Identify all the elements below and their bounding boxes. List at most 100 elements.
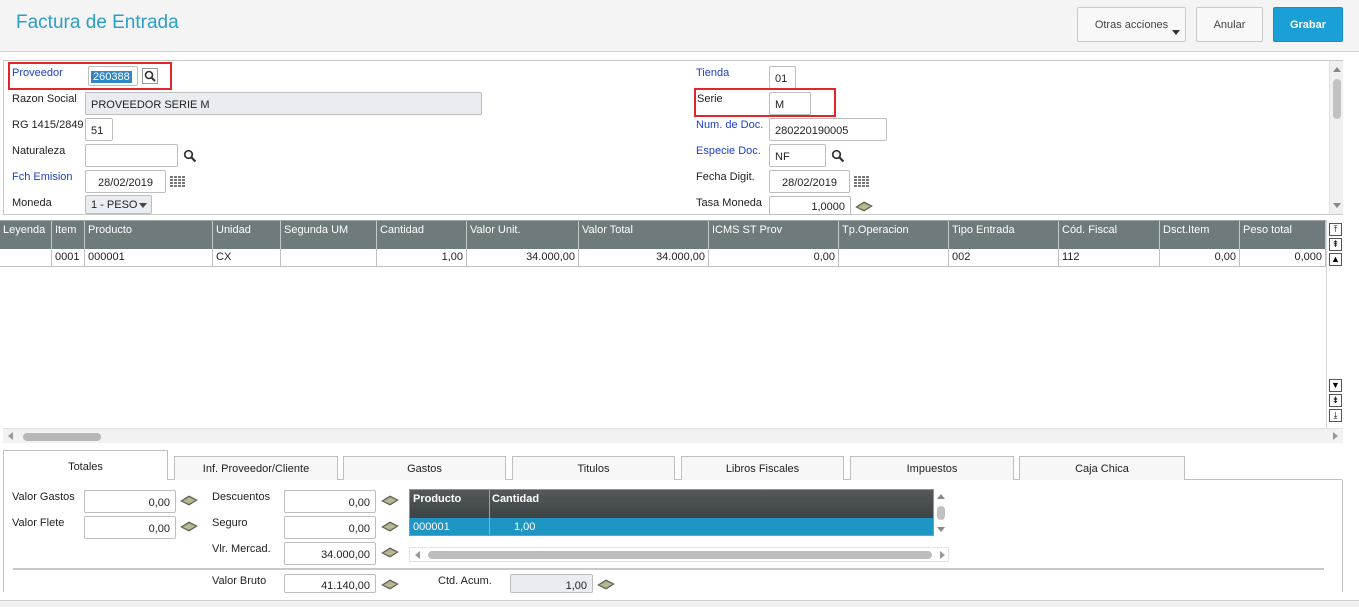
column-header[interactable]: Valor Unit. [467, 221, 579, 249]
serie-highlight-box [694, 88, 836, 117]
money-icon[interactable] [180, 521, 198, 532]
first-record-icon[interactable]: ⤒ [1329, 223, 1342, 236]
table-cell[interactable] [0, 249, 52, 267]
fecha-digit-label: Fecha Digit. [696, 171, 755, 183]
table-cell[interactable]: CX [213, 249, 281, 267]
valor-bruto-input[interactable]: 41.140,00 [284, 574, 376, 593]
table-cell[interactable]: 000001 [85, 249, 213, 267]
mini-grid-horizontal-scrollbar[interactable] [409, 547, 949, 562]
last-record-icon[interactable]: ⤓ [1329, 409, 1342, 422]
vlr-mercad-input[interactable]: 34.000,00 [284, 542, 376, 565]
search-icon[interactable] [182, 148, 198, 164]
calendar-icon[interactable] [170, 176, 186, 188]
scroll-up-icon[interactable] [1333, 67, 1341, 72]
table-cell[interactable]: 34.000,00 [467, 249, 579, 267]
column-header[interactable]: Producto [85, 221, 213, 249]
column-header[interactable]: Cantidad [377, 221, 467, 249]
tab-impuestos[interactable]: Impuestos [850, 456, 1014, 480]
table-row[interactable]: 000001 1,00 [410, 518, 933, 535]
fecha-digit-input[interactable]: 28/02/2019 [769, 170, 850, 193]
money-icon[interactable] [381, 579, 399, 590]
column-header[interactable]: Tp.Operacion [839, 221, 949, 249]
moneda-select[interactable]: 1 - PESO [85, 195, 152, 214]
page-down-icon[interactable]: ⇟ [1329, 394, 1342, 407]
cancel-button[interactable]: Anular [1196, 7, 1263, 42]
table-cell[interactable]: 1,00 [377, 249, 467, 267]
table-cell[interactable] [839, 249, 949, 267]
form-scrollbar[interactable] [1329, 61, 1343, 214]
column-header[interactable]: Item [52, 221, 85, 249]
especie-doc-input[interactable]: NF [769, 144, 826, 167]
table-cell[interactable]: 34.000,00 [579, 249, 709, 267]
grid-navigation: ⤒ ⇞ ▲ ▼ ⇟ ⤓ [1326, 220, 1343, 428]
column-header[interactable]: Peso total [1240, 221, 1326, 249]
grid-horizontal-scrollbar[interactable] [3, 428, 1343, 443]
scrollbar-thumb[interactable] [937, 506, 945, 520]
money-icon[interactable] [381, 521, 399, 532]
scroll-left-icon[interactable] [415, 551, 420, 559]
scrollbar-thumb[interactable] [23, 433, 101, 441]
moneda-value: 1 - PESO [91, 199, 138, 211]
tab-titulos[interactable]: Titulos [512, 456, 675, 480]
page-up-icon[interactable]: ⇞ [1329, 238, 1342, 251]
tab-inf-proveedor[interactable]: Inf. Proveedor/Cliente [174, 456, 338, 480]
tab-totales[interactable]: Totales [3, 450, 168, 481]
scroll-right-icon[interactable] [940, 551, 945, 559]
product-quantity-grid: Producto Cantidad 000001 1,00 [409, 489, 934, 536]
table-cell[interactable] [281, 249, 377, 267]
table-cell[interactable]: 112 [1059, 249, 1160, 267]
table-cell[interactable]: 002 [949, 249, 1059, 267]
fch-emision-label: Fch Emision [12, 171, 73, 183]
previous-record-icon[interactable]: ▲ [1329, 253, 1342, 266]
column-header[interactable]: Cód. Fiscal [1059, 221, 1160, 249]
column-header[interactable]: Dsct.Item [1160, 221, 1240, 249]
next-record-icon[interactable]: ▼ [1329, 379, 1342, 392]
save-button[interactable]: Grabar [1273, 7, 1343, 42]
money-icon[interactable] [381, 547, 399, 558]
other-actions-label: Otras acciones [1094, 18, 1169, 31]
column-header[interactable]: ICMS ST Prov [709, 221, 839, 249]
column-header[interactable]: Tipo Entrada [949, 221, 1059, 249]
vlr-mercad-label: Vlr. Mercad. [212, 543, 271, 555]
tienda-label: Tienda [696, 67, 730, 79]
money-icon[interactable] [597, 579, 615, 590]
scroll-down-icon[interactable] [1333, 203, 1341, 208]
mini-grid-scrollbar[interactable] [934, 489, 948, 536]
valor-gastos-input[interactable]: 0,00 [84, 490, 176, 513]
column-header[interactable]: Producto [413, 493, 461, 505]
tienda-input[interactable]: 01 [769, 66, 796, 89]
column-header[interactable]: Unidad [213, 221, 281, 249]
tab-caja-chica[interactable]: Caja Chica [1019, 456, 1185, 480]
tab-libros-fiscales[interactable]: Libros Fiscales [681, 456, 844, 480]
table-cell[interactable]: 0,00 [709, 249, 839, 267]
table-cell[interactable]: 0,000 [1240, 249, 1326, 267]
descuentos-input[interactable]: 0,00 [284, 490, 376, 513]
rg-input[interactable]: 51 [85, 118, 113, 141]
tab-gastos[interactable]: Gastos [343, 456, 506, 480]
column-header[interactable]: Segunda UM [281, 221, 377, 249]
calendar-icon[interactable] [854, 176, 870, 188]
scrollbar-thumb[interactable] [1333, 79, 1341, 119]
naturaleza-input[interactable] [85, 144, 178, 167]
money-icon[interactable] [180, 495, 198, 506]
search-icon[interactable] [830, 148, 846, 164]
seguro-input[interactable]: 0,00 [284, 516, 376, 539]
other-actions-button[interactable]: Otras acciones [1077, 7, 1186, 42]
scroll-right-icon[interactable] [1333, 432, 1338, 440]
column-header[interactable]: Cantidad [492, 493, 539, 505]
money-icon[interactable] [381, 495, 399, 506]
scroll-left-icon[interactable] [8, 432, 13, 440]
num-doc-input[interactable]: 280220190005 [769, 118, 887, 141]
scroll-up-icon[interactable] [937, 494, 945, 499]
scroll-down-icon[interactable] [937, 527, 945, 532]
column-header[interactable]: Valor Total [579, 221, 709, 249]
scrollbar-thumb[interactable] [428, 551, 932, 559]
proveedor-highlight-box [8, 62, 172, 90]
table-cell[interactable]: 0,00 [1160, 249, 1240, 267]
money-icon[interactable] [855, 201, 873, 212]
valor-flete-input[interactable]: 0,00 [84, 516, 176, 539]
table-cell[interactable]: 0001 [52, 249, 85, 267]
tasa-moneda-input[interactable]: 1,0000 [769, 196, 851, 215]
column-header[interactable]: Leyenda [0, 221, 52, 249]
fch-emision-input[interactable]: 28/02/2019 [85, 170, 166, 193]
